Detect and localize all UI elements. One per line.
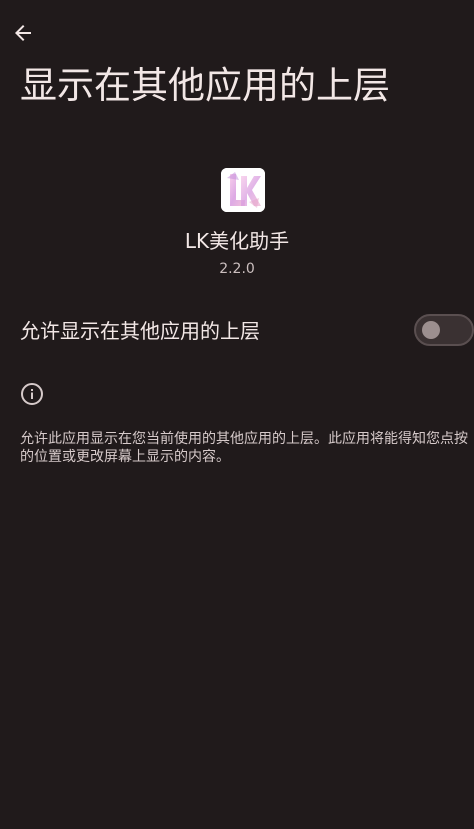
- info-circle-icon: [20, 382, 44, 406]
- lk-logo-icon: [221, 168, 265, 212]
- page-title: 显示在其他应用的上层: [20, 64, 390, 107]
- app-name: LK美化助手: [184, 229, 290, 253]
- allow-overlay-row[interactable]: 允许显示在其他应用的上层: [0, 302, 474, 358]
- arrow-left-icon: [15, 25, 31, 41]
- allow-overlay-label: 允许显示在其他应用的上层: [20, 319, 260, 343]
- info-description: 允许此应用显示在您当前使用的其他应用的上层。此应用将能得知您点按的位置或更改屏幕…: [20, 431, 468, 465]
- switch-thumb: [422, 321, 440, 339]
- app-icon: [221, 168, 265, 212]
- allow-overlay-switch[interactable]: [414, 314, 474, 346]
- back-button[interactable]: [6, 16, 40, 50]
- app-version: 2.2.0: [219, 261, 255, 277]
